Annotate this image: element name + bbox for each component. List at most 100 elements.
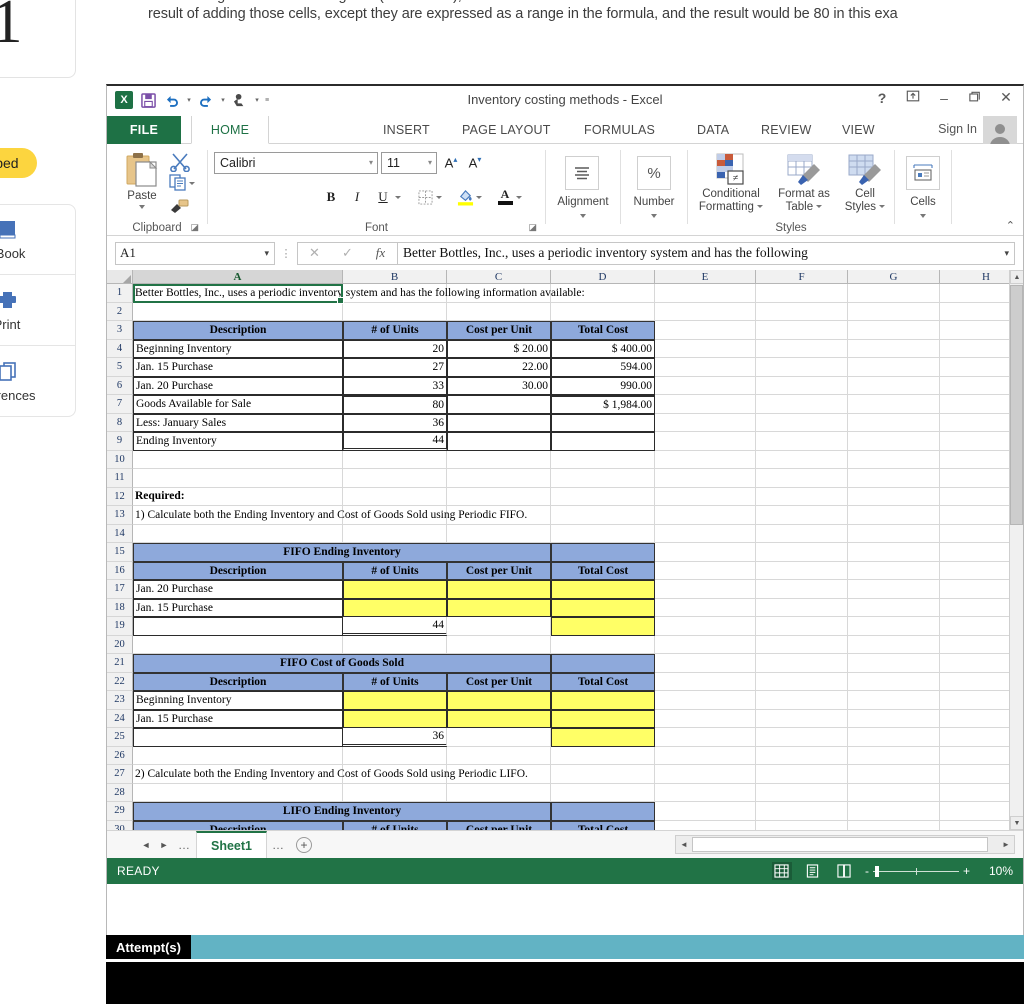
grid-cell[interactable]	[756, 413, 848, 432]
row-header-1[interactable]: 1	[107, 284, 133, 303]
grid-cell[interactable]	[447, 395, 551, 414]
grid-cell[interactable]	[133, 302, 343, 321]
input-cell[interactable]	[655, 691, 756, 710]
input-cell[interactable]	[848, 598, 940, 617]
grid-cell[interactable]: 594.00	[551, 358, 655, 377]
grid-cell[interactable]: FIFO Cost of Goods Sold	[133, 654, 551, 673]
grid-cell[interactable]	[848, 820, 940, 830]
row-header-8[interactable]: 8	[107, 413, 133, 432]
grid-cell[interactable]	[848, 506, 940, 525]
grid-cell[interactable]	[447, 635, 551, 654]
input-cell[interactable]	[848, 728, 940, 747]
underline-button[interactable]: U	[372, 186, 394, 208]
grid-cell[interactable]	[551, 783, 655, 802]
grid-cell[interactable]	[756, 302, 848, 321]
grid-cell[interactable]	[655, 543, 756, 562]
row-header-18[interactable]: 18	[107, 598, 133, 617]
grid-cell[interactable]	[848, 561, 940, 580]
input-cell[interactable]	[447, 728, 551, 747]
input-cell[interactable]	[551, 709, 655, 728]
borders-dropdown-icon[interactable]	[434, 186, 444, 208]
grid-cell[interactable]	[551, 432, 655, 451]
grid-cell[interactable]	[848, 654, 940, 673]
grid-cell[interactable]: Beginning Inventory	[133, 339, 343, 358]
grid-cell[interactable]	[133, 746, 343, 765]
grid-cell[interactable]	[655, 654, 756, 673]
input-cell[interactable]: 44	[343, 617, 447, 636]
cancel-edit-icon[interactable]: ✕	[298, 243, 331, 264]
increase-font-size-button[interactable]: A▴	[440, 152, 462, 174]
grid-cell[interactable]	[447, 487, 551, 506]
grid-cell[interactable]	[655, 524, 756, 543]
grid-cell[interactable]: 33	[343, 376, 447, 395]
grid-cell[interactable]	[756, 765, 848, 784]
zoom-slider[interactable]: - +	[865, 864, 970, 878]
grid-cell[interactable]	[343, 469, 447, 488]
first-sheet-icon[interactable]: ◄	[137, 840, 155, 850]
grid-cell[interactable]	[655, 339, 756, 358]
italic-button[interactable]: I	[346, 186, 368, 208]
grid-cell[interactable]: Required:	[133, 487, 343, 506]
grid-cell[interactable]	[133, 524, 343, 543]
input-cell[interactable]: Jan. 20 Purchase	[133, 580, 343, 599]
grid-cell[interactable]: Description	[133, 820, 343, 830]
input-cell[interactable]	[848, 617, 940, 636]
input-cell[interactable]: Jan. 15 Purchase	[133, 598, 343, 617]
grid-cell[interactable]	[655, 469, 756, 488]
grid-cell[interactable]	[343, 746, 447, 765]
decrease-font-size-button[interactable]: A▾	[464, 152, 486, 174]
zoom-in-button[interactable]: +	[963, 864, 970, 878]
grid-cell[interactable]	[343, 450, 447, 469]
grid-cell[interactable]: $ 20.00	[447, 339, 551, 358]
input-cell[interactable]	[343, 691, 447, 710]
grid-cell[interactable]	[655, 450, 756, 469]
copy-dropdown-icon[interactable]	[189, 181, 195, 185]
row-header-15[interactable]: 15	[107, 543, 133, 562]
cell-styles-dropdown-icon[interactable]	[879, 205, 886, 209]
grid-cell[interactable]	[551, 487, 655, 506]
grid-cell[interactable]	[848, 746, 940, 765]
grid-cell[interactable]	[848, 413, 940, 432]
conditional-formatting-dropdown-icon[interactable]	[757, 205, 764, 209]
grid-cell[interactable]	[655, 395, 756, 414]
grid-cell[interactable]	[343, 635, 447, 654]
number-button[interactable]: %	[637, 156, 671, 190]
grid-cell[interactable]: # of Units	[343, 321, 447, 340]
input-cell[interactable]	[848, 580, 940, 599]
grid-cell[interactable]	[551, 524, 655, 543]
restore-button[interactable]	[966, 90, 984, 106]
grid-cell[interactable]	[756, 506, 848, 525]
help-button[interactable]: ?	[873, 90, 891, 106]
input-cell[interactable]	[551, 617, 655, 636]
grid-cell[interactable]	[848, 376, 940, 395]
grid-cell[interactable]	[848, 321, 940, 340]
grid-cell[interactable]	[848, 802, 940, 821]
column-header-f[interactable]: F	[756, 270, 848, 284]
grid-cell[interactable]	[756, 469, 848, 488]
input-cell[interactable]	[551, 691, 655, 710]
grid-cell[interactable]: Description	[133, 672, 343, 691]
grid-cell[interactable]	[756, 284, 848, 303]
grid-cell[interactable]	[133, 783, 343, 802]
grid-cell[interactable]	[655, 746, 756, 765]
input-cell[interactable]	[848, 709, 940, 728]
grid-cell[interactable]: Total Cost	[551, 561, 655, 580]
clipboard-dialog-launcher-icon[interactable]: ◪	[190, 222, 199, 233]
grid-cell[interactable]	[848, 487, 940, 506]
grid-cell[interactable]	[756, 783, 848, 802]
row-header-20[interactable]: 20	[107, 635, 133, 654]
font-family-select[interactable]: Calibri ▾	[214, 152, 378, 174]
row-header-23[interactable]: 23	[107, 691, 133, 710]
vertical-scrollbar[interactable]: ▲ ▼	[1009, 270, 1023, 830]
scroll-left-icon[interactable]: ◄	[676, 836, 692, 853]
confirm-edit-icon[interactable]: ✓	[331, 243, 364, 264]
paste-button[interactable]: Paste	[115, 152, 169, 209]
close-button[interactable]: ✕	[997, 89, 1015, 106]
grid-cell[interactable]	[655, 561, 756, 580]
grid-cell[interactable]	[848, 358, 940, 377]
minimize-button[interactable]: –	[935, 90, 953, 106]
grid-cell[interactable]	[551, 450, 655, 469]
row-header-11[interactable]: 11	[107, 469, 133, 488]
column-header-e[interactable]: E	[655, 270, 756, 284]
input-cell[interactable]	[447, 709, 551, 728]
